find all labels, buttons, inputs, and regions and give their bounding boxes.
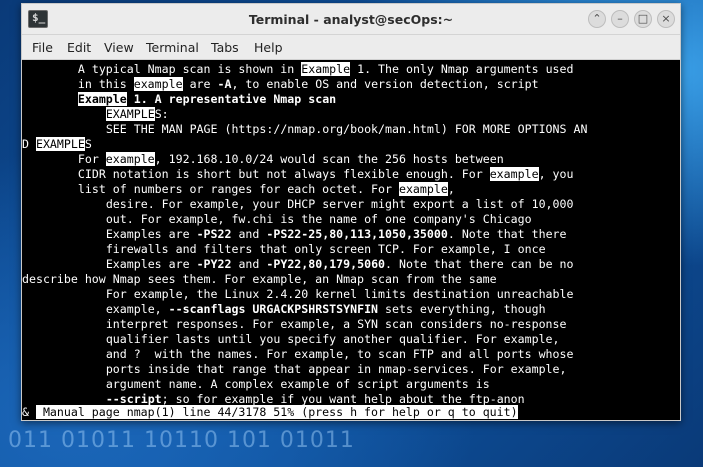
terminal-window[interactable]: $_ Terminal - analyst@secOps:~ ⌃ – □ × F…: [21, 3, 681, 421]
terminal-text: . Note that there can be no: [385, 257, 574, 271]
terminal-text: , you: [538, 167, 574, 181]
search-match: example: [489, 167, 539, 181]
status-prefix: &: [22, 405, 36, 419]
terminal-text: S: [84, 137, 92, 151]
minimize-button[interactable]: –: [611, 10, 629, 28]
terminal-text: S:: [154, 107, 169, 121]
status-line: & Manual page nmap(1) line 44/3178 51% (…: [22, 405, 518, 420]
terminal-text: . Note that there: [447, 227, 567, 241]
terminal-text: 1. The only Nmap arguments used: [350, 62, 574, 76]
terminal-line: describe how Nmap sees them. For example…: [22, 272, 497, 287]
search-match: EXAMPLE: [105, 107, 155, 121]
terminal-line: ports inside that range that appear in n…: [106, 362, 567, 377]
terminal-line: Examples are -PY22 and -PY22,80,179,5060…: [106, 257, 574, 272]
terminal-text: sets everything, though: [378, 302, 546, 316]
terminal-line: argument name. A complex example of scri…: [106, 377, 490, 392]
terminal-line: CIDR notation is short but not always fl…: [77, 167, 574, 182]
terminal-line: Examples are -PS22 and -PS22-25,80,113,1…: [106, 227, 567, 242]
search-match: example: [133, 77, 183, 91]
terminal-text: , to enable OS and version detection, sc…: [231, 77, 539, 91]
terminal-line: D EXAMPLES: [22, 137, 92, 152]
terminal-text: -A: [217, 77, 232, 91]
terminal-line: desire. For example, your DHCP server mi…: [106, 197, 574, 212]
terminal-line: For example, 192.168.10.0/24 would scan …: [78, 152, 504, 167]
desktop-binary-text: 011 01011 10110 101 01011: [8, 428, 355, 453]
terminal-line: and ? with the names. For example, to sc…: [106, 347, 574, 362]
terminal-text: A typical Nmap scan is shown in: [77, 62, 302, 76]
menu-view[interactable]: View: [104, 40, 134, 55]
terminal-text: interpret responses. For example, a SYN …: [105, 317, 567, 331]
terminal-text: Examples are: [105, 257, 197, 271]
terminal-line: EXAMPLES:: [105, 107, 169, 122]
terminal-text: ; so for example if you want help about …: [161, 392, 525, 406]
terminal-line: SEE THE MAN PAGE (https://nmap.org/book/…: [106, 122, 588, 137]
shade-button[interactable]: ⌃: [588, 10, 606, 28]
terminal-text: -PS22: [196, 227, 232, 241]
status-message: Manual page nmap(1) line 44/3178 51% (pr…: [35, 405, 518, 419]
terminal-text: qualifier lasts until you specify anothe…: [105, 332, 560, 346]
terminal-line: qualifier lasts until you specify anothe…: [106, 332, 560, 347]
terminal-text: desire. For example, your DHCP server mi…: [105, 197, 574, 211]
terminal-text: For: [77, 152, 106, 166]
terminal-line: firewalls and filters that only screen T…: [106, 242, 546, 257]
title-bar[interactable]: $_ Terminal - analyst@secOps:~ ⌃ – □ ×: [22, 4, 680, 35]
terminal-text: and: [231, 227, 267, 241]
terminal-text: out. For example, fw.chi is the name of …: [105, 212, 532, 226]
terminal-text: are: [182, 77, 218, 91]
menu-terminal[interactable]: Terminal: [146, 40, 199, 55]
close-button[interactable]: ×: [657, 10, 675, 28]
terminal-text: -PS22-25,80,113,1050,35000: [266, 227, 448, 241]
search-match: EXAMPLE: [35, 137, 85, 151]
terminal-text: ,: [447, 182, 455, 196]
terminal-text: --scanflags URGACKPSHRSTSYNFIN: [168, 302, 379, 316]
terminal-text: firewalls and filters that only screen T…: [105, 242, 546, 256]
menu-bar: File Edit View Terminal Tabs Help: [22, 35, 680, 60]
search-match: Example: [77, 92, 127, 106]
terminal-line: A typical Nmap scan is shown in Example …: [78, 62, 574, 77]
terminal-line: interpret responses. For example, a SYN …: [106, 317, 567, 332]
terminal-text: CIDR notation is short but not always fl…: [77, 167, 490, 181]
terminal-text: D: [22, 137, 36, 151]
terminal-line: Example 1. A representative Nmap scan: [77, 92, 337, 107]
maximize-button[interactable]: □: [634, 10, 652, 28]
terminal-line: For example, the Linux 2.4.20 kernel lim…: [106, 287, 574, 302]
terminal-line: list of numbers or ranges for each octet…: [78, 182, 455, 197]
terminal-text: -PY22,80,179,5060: [266, 257, 386, 271]
terminal-line: example, --scanflags URGACKPSHRSTSYNFIN …: [106, 302, 546, 317]
terminal-text: argument name. A complex example of scri…: [105, 377, 490, 391]
terminal-text: list of numbers or ranges for each octet…: [77, 182, 399, 196]
search-match: example: [105, 152, 155, 166]
search-match: Example: [301, 62, 351, 76]
menu-file[interactable]: File: [32, 40, 53, 55]
terminal-text: SEE THE MAN PAGE (https://nmap.org/book/…: [105, 122, 588, 136]
terminal-line: out. For example, fw.chi is the name of …: [106, 212, 532, 227]
menu-edit[interactable]: Edit: [67, 40, 91, 55]
terminal-text: , 192.168.10.0/24 would scan the 256 hos…: [154, 152, 504, 166]
terminal-text: and: [231, 257, 267, 271]
terminal-text: in this: [77, 77, 134, 91]
terminal-output[interactable]: A typical Nmap scan is shown in Example …: [22, 60, 680, 420]
terminal-text: describe how Nmap sees them. For example…: [22, 272, 497, 286]
terminal-text: Examples are: [105, 227, 197, 241]
terminal-line: in this example are -A, to enable OS and…: [78, 77, 539, 92]
menu-tabs[interactable]: Tabs: [211, 40, 239, 55]
menu-help[interactable]: Help: [254, 40, 283, 55]
terminal-text: ports inside that range that appear in n…: [105, 362, 567, 376]
terminal-text: --script: [105, 392, 162, 406]
window-title: Terminal - analyst@secOps:~: [248, 12, 454, 27]
terminal-text: For example, the Linux 2.4.20 kernel lim…: [105, 287, 574, 301]
terminal-text: 1. A representative Nmap scan: [126, 92, 337, 106]
terminal-text: example,: [105, 302, 169, 316]
terminal-text: and ? with the names. For example, to sc…: [105, 347, 574, 361]
terminal-text: -PY22: [196, 257, 232, 271]
search-match: example: [398, 182, 448, 196]
